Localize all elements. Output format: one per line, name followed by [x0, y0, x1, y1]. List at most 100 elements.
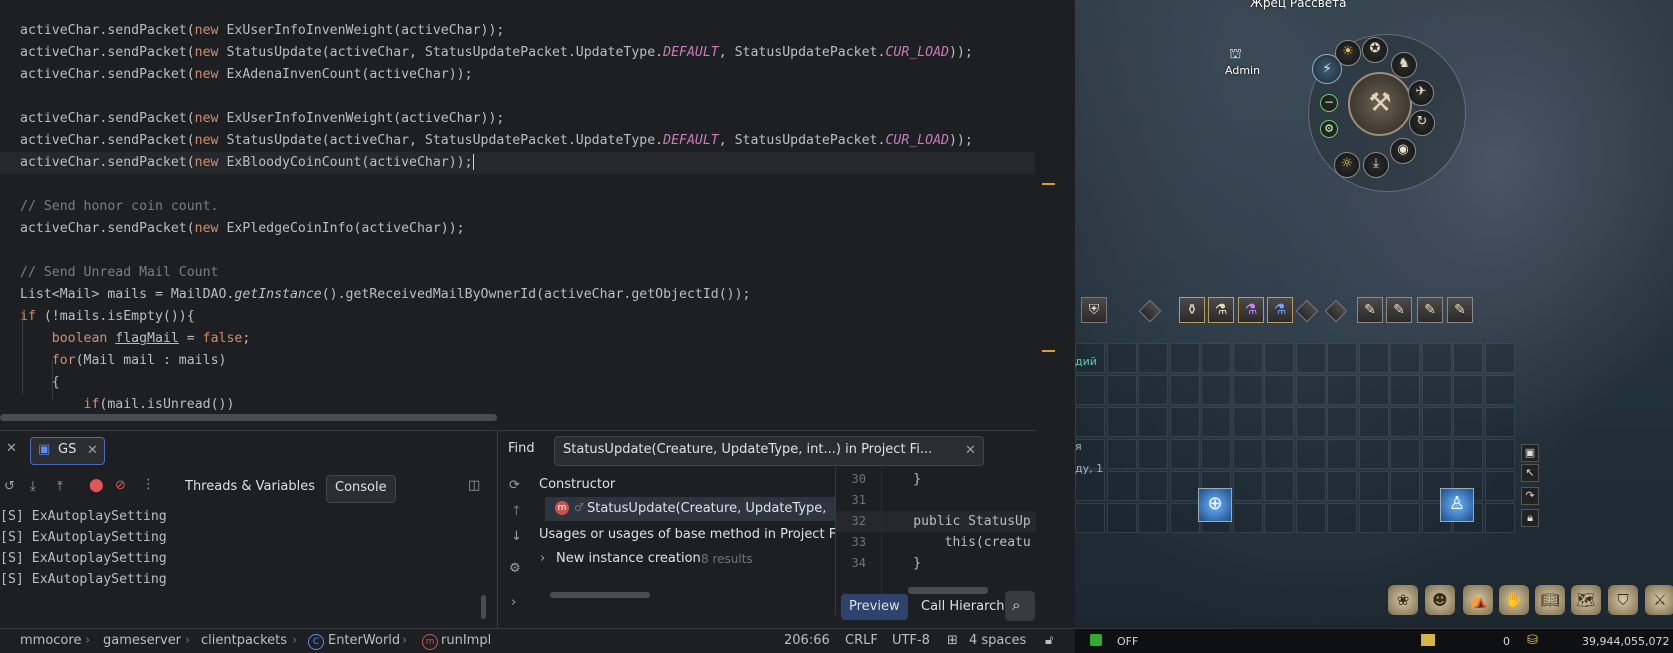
shortcut-slot[interactable]	[1358, 471, 1389, 501]
hotbar-diamond-icon[interactable]	[1295, 299, 1319, 323]
shortcut-slot[interactable]	[1106, 375, 1137, 405]
shortcut-slot[interactable]	[1295, 471, 1326, 501]
shortcut-slot[interactable]	[1295, 343, 1326, 373]
shortcut-slot[interactable]	[1484, 343, 1515, 373]
close-tab-icon[interactable]: ✕	[965, 443, 976, 458]
call-hierarchy-tab[interactable]: Call Hierarchy	[921, 599, 1012, 614]
hotbar-slot[interactable]: ⛨	[1081, 297, 1107, 323]
constructor-result-row[interactable]: m ♂ StatusUpdate(Creature, UpdateType,	[545, 497, 835, 521]
expand-icon[interactable]: ›	[511, 595, 516, 610]
shortcut-slot[interactable]	[1358, 375, 1389, 405]
hotbar-slot[interactable]: ⚗	[1267, 297, 1293, 323]
shortcut-slot[interactable]	[1453, 375, 1483, 405]
shortcut-slot[interactable]	[1138, 343, 1168, 373]
code-line[interactable]: boolean flagMail = false;	[0, 328, 251, 350]
shortcut-slot[interactable]	[1453, 439, 1483, 469]
shortcut-slot[interactable]	[1169, 375, 1200, 405]
step-over-icon[interactable]: ⤓	[30, 479, 36, 494]
shortcut-slot[interactable]	[1390, 439, 1420, 469]
hotbar-slot[interactable]: ✎	[1447, 297, 1473, 323]
arrow-down-icon[interactable]: ↓	[511, 529, 522, 544]
shortcut-slot[interactable]	[1169, 439, 1200, 469]
close-icon[interactable]: ✕	[6, 441, 17, 456]
code-line[interactable]: // Send honor coin count.	[0, 196, 219, 218]
shortcut-slot[interactable]	[1327, 503, 1357, 533]
settings-icon[interactable]: ⚙	[509, 561, 521, 576]
shortcut-slot[interactable]	[1169, 471, 1200, 501]
menu-actions-icon[interactable]: ✋	[1499, 585, 1529, 615]
refresh-icon[interactable]: ⟳	[509, 478, 520, 493]
code-line[interactable]: activeChar.sendPacket(new ExUserInfoInve…	[0, 108, 504, 130]
shortcut-slot[interactable]	[1484, 471, 1515, 501]
shortcut-slot[interactable]	[1201, 343, 1231, 373]
wheel-cycle-icon[interactable]: ↻	[1409, 110, 1435, 136]
shortcut-slot[interactable]	[1295, 407, 1326, 437]
breadcrumb-package[interactable]: gameserver	[103, 633, 181, 648]
shortcut-slot[interactable]	[1421, 407, 1452, 437]
side-menu-icon[interactable]: ▣	[1521, 444, 1539, 462]
find-tree-scrollbar[interactable]	[550, 592, 650, 598]
shortcut-slot[interactable]	[1106, 503, 1137, 533]
hotbar-diamond-icon[interactable]	[1324, 299, 1348, 323]
code-line[interactable]: // Send Unread Mail Count	[0, 262, 219, 284]
shortcut-slot[interactable]	[1169, 503, 1200, 533]
shortcut-slot[interactable]	[1138, 407, 1168, 437]
chevron-right-icon[interactable]: ›	[540, 551, 545, 566]
shortcut-slot[interactable]	[1075, 375, 1105, 405]
menu-more-icon[interactable]: ⚔	[1645, 585, 1673, 615]
shortcut-slot[interactable]	[1106, 471, 1137, 501]
shortcut-slot[interactable]	[1421, 375, 1452, 405]
shortcut-slot[interactable]	[1264, 439, 1294, 469]
shortcut-slot[interactable]	[1232, 503, 1263, 533]
shortcut-slot[interactable]	[1138, 439, 1168, 469]
code-line[interactable]: activeChar.sendPacket(new ExUserInfoInve…	[0, 20, 504, 42]
shortcut-slot[interactable]	[1453, 343, 1483, 373]
shortcut-slot[interactable]	[1169, 343, 1200, 373]
shortcut-slot[interactable]	[1138, 375, 1168, 405]
code-line[interactable]	[0, 240, 20, 262]
shortcut-slot[interactable]	[1327, 439, 1357, 469]
caret-position[interactable]: 206:66	[784, 633, 830, 648]
wheel-location-icon[interactable]: ◉	[1390, 138, 1416, 164]
shortcut-slot[interactable]	[1327, 471, 1357, 501]
wheel-skill-icon[interactable]: ✪	[1362, 37, 1388, 63]
close-tab-icon[interactable]: ✕	[87, 443, 98, 458]
breadcrumb-method[interactable]: runImpl	[441, 633, 491, 648]
shortcut-slot[interactable]	[1484, 407, 1515, 437]
hotbar-diamond-icon[interactable]	[1138, 299, 1162, 323]
minimize-icon[interactable]: −	[1320, 94, 1338, 112]
code-line[interactable]	[0, 86, 20, 108]
shortcut-slot[interactable]	[1295, 439, 1326, 469]
skill-sit-icon[interactable]: ♙	[1440, 488, 1474, 522]
side-menu-icon[interactable]: ↷	[1521, 487, 1539, 505]
code-line[interactable]: if(mail.isUnread())	[0, 394, 235, 416]
console-scrollbar[interactable]	[481, 595, 486, 619]
hotbar-slot[interactable]: ✎	[1357, 297, 1383, 323]
toggle-icon[interactable]	[1090, 634, 1102, 646]
breakpoints-icon[interactable]: ⬤	[89, 478, 104, 493]
shortcut-slot[interactable]	[1264, 343, 1294, 373]
shortcut-slot[interactable]	[1390, 343, 1420, 373]
wheel-bird-icon[interactable]: ✈	[1408, 80, 1434, 106]
code-line[interactable]: activeChar.sendPacket(new StatusUpdate(a…	[0, 130, 973, 152]
menu-skills-icon[interactable]: ❀	[1388, 585, 1418, 615]
code-line[interactable]: {	[0, 372, 60, 394]
code-line[interactable]: activeChar.sendPacket(new ExPledgeCoinIn…	[0, 218, 465, 240]
shortcut-slot[interactable]	[1169, 407, 1200, 437]
hotbar-slot[interactable]: ⚗	[1238, 297, 1264, 323]
mute-breakpoints-icon[interactable]: ⊘	[115, 478, 126, 493]
wheel-boot-icon[interactable]: ♞	[1391, 52, 1417, 78]
shortcut-slot[interactable]	[1295, 503, 1326, 533]
shortcut-slot[interactable]	[1358, 407, 1389, 437]
menu-map-icon[interactable]: 🗺︎	[1571, 585, 1601, 615]
lock-icon[interactable]: 🔓︎	[1045, 633, 1053, 648]
threads-variables-tab[interactable]: Threads & Variables	[185, 479, 315, 494]
arrow-up-icon[interactable]: ↑	[511, 504, 522, 519]
shortcut-slot[interactable]	[1358, 439, 1389, 469]
shortcut-slot[interactable]	[1138, 503, 1168, 533]
code-line[interactable]: for(Mail mail : mails)	[0, 350, 227, 372]
shortcut-slot[interactable]	[1106, 439, 1137, 469]
shortcut-slot[interactable]	[1358, 503, 1389, 533]
shortcut-slot[interactable]	[1106, 407, 1137, 437]
shortcut-slot[interactable]	[1201, 407, 1231, 437]
